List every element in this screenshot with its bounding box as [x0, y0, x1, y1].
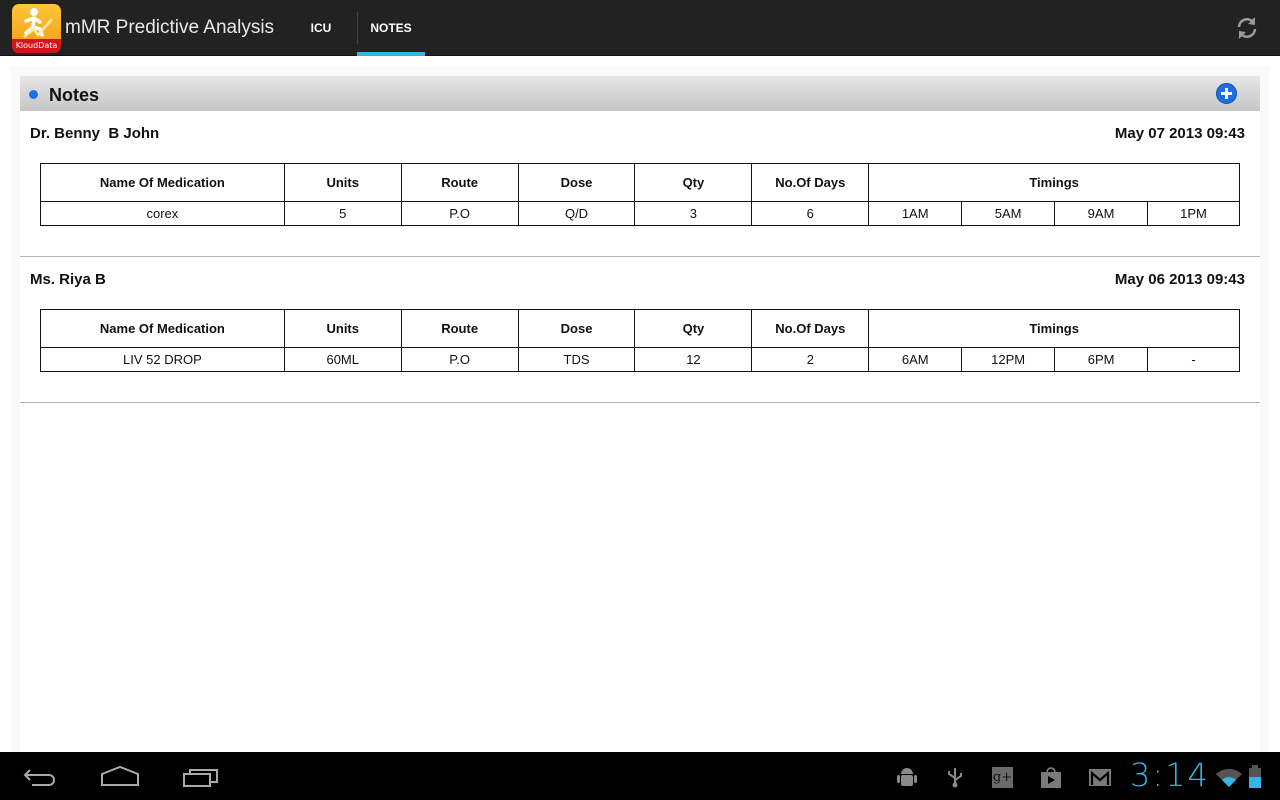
- cell-units: 60ML: [283, 347, 402, 372]
- doctor-name: Dr. Benny B John: [30, 125, 160, 142]
- header-route: Route: [400, 309, 519, 348]
- clock: 3:14: [1130, 756, 1210, 794]
- cell-timing: 1PM: [1147, 201, 1240, 226]
- cell-dose: TDS: [517, 347, 636, 372]
- header-units: Units: [283, 163, 402, 202]
- header-medication: Name Of Medication: [40, 163, 285, 202]
- cell-timing: 12PM: [961, 347, 1056, 372]
- app-title: mMR Predictive Analysis: [65, 17, 275, 38]
- cell-timing: -: [1147, 347, 1240, 372]
- logo-label: KloudData: [12, 39, 61, 53]
- table-row: LIV 52 DROP 60ML P.O TDS 12 2 6AM 12PM 6…: [40, 347, 1240, 372]
- app-logo: KloudData: [12, 4, 61, 53]
- cell-qty: 12: [634, 347, 753, 372]
- action-bar: KloudData mMR Predictive Analysis ICU NO…: [0, 0, 1280, 56]
- notes-section-header: Notes: [20, 76, 1260, 111]
- notes-panel: Notes Dr. Benny B John May 07 2013 09:43…: [20, 76, 1260, 752]
- play-store-icon: [1041, 767, 1061, 788]
- header-timings: Timings: [868, 309, 1240, 348]
- recent-apps-icon[interactable]: [182, 765, 220, 789]
- note-date: May 07 2013 09:43: [1114, 125, 1245, 142]
- cell-medication: LIV 52 DROP: [40, 347, 285, 372]
- runner-icon: [23, 8, 53, 38]
- battery-icon: [1249, 765, 1261, 788]
- table-header-row: Name Of Medication Units Route Dose Qty …: [40, 309, 1240, 348]
- cell-units: 5: [283, 201, 402, 226]
- add-note-button[interactable]: [1216, 83, 1237, 104]
- header-qty: Qty: [634, 309, 753, 348]
- content-area: Notes Dr. Benny B John May 07 2013 09:43…: [10, 66, 1270, 752]
- cell-dose: Q/D: [517, 201, 636, 226]
- cell-days: 6: [751, 201, 870, 226]
- header-days: No.Of Days: [751, 309, 870, 348]
- cell-medication: corex: [40, 201, 285, 226]
- note-entry: Dr. Benny B John May 07 2013 09:43 Name …: [20, 111, 1260, 257]
- refresh-icon[interactable]: [1234, 15, 1260, 41]
- cell-timing: 6PM: [1054, 347, 1149, 372]
- cell-timing: 1AM: [868, 201, 963, 226]
- header-timings: Timings: [868, 163, 1240, 202]
- usb-icon: [948, 768, 962, 788]
- table-header-row: Name Of Medication Units Route Dose Qty …: [40, 163, 1240, 202]
- tab-icu[interactable]: ICU: [290, 0, 352, 56]
- header-dose: Dose: [517, 309, 636, 348]
- cell-timing: 6AM: [868, 347, 963, 372]
- selected-tab-indicator: [357, 52, 425, 56]
- bullet-icon: [29, 90, 38, 99]
- android-debug-icon: [897, 768, 917, 786]
- header-qty: Qty: [634, 163, 753, 202]
- cell-days: 2: [751, 347, 870, 372]
- back-icon[interactable]: [22, 766, 58, 788]
- cell-qty: 3: [634, 201, 753, 226]
- header-units: Units: [283, 309, 402, 348]
- header-route: Route: [400, 163, 519, 202]
- google-plus-icon: g+: [992, 767, 1013, 788]
- gmail-icon: [1089, 769, 1111, 786]
- header-days: No.Of Days: [751, 163, 870, 202]
- header-dose: Dose: [517, 163, 636, 202]
- medication-table: Name Of Medication Units Route Dose Qty …: [40, 163, 1240, 226]
- header-medication: Name Of Medication: [40, 309, 285, 348]
- table-row: corex 5 P.O Q/D 3 6 1AM 5AM 9AM 1PM: [40, 201, 1240, 226]
- tab-notes[interactable]: NOTES: [357, 0, 425, 56]
- home-icon[interactable]: [100, 765, 140, 789]
- wifi-icon: [1216, 768, 1242, 787]
- note-entry: Ms. Riya B May 06 2013 09:43 Name Of Med…: [20, 257, 1260, 403]
- doctor-name: Ms. Riya B: [30, 271, 106, 288]
- cell-route: P.O: [400, 347, 519, 372]
- cell-route: P.O: [400, 201, 519, 226]
- system-navigation-bar: g+ 3:14: [0, 752, 1280, 800]
- medication-table: Name Of Medication Units Route Dose Qty …: [40, 309, 1240, 372]
- cell-timing: 5AM: [961, 201, 1056, 226]
- section-title: Notes: [49, 85, 100, 105]
- cell-timing: 9AM: [1054, 201, 1148, 226]
- note-date: May 06 2013 09:43: [1114, 271, 1245, 288]
